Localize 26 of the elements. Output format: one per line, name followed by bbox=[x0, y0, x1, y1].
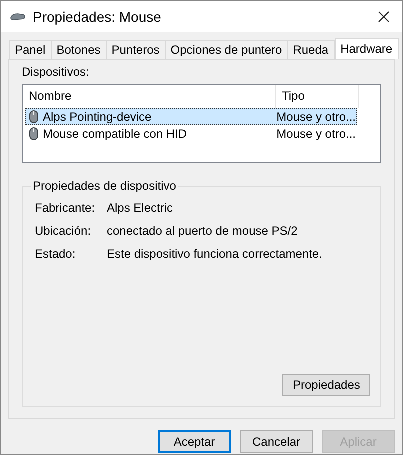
tab[interactable]: Panel bbox=[9, 40, 52, 59]
field-value: Alps Electric bbox=[107, 201, 174, 216]
field-value: conectado al puerto de mouse PS/2 bbox=[107, 224, 298, 239]
device-type: Mouse y otro... bbox=[276, 126, 356, 140]
field-value: Este dispositivo funciona correctamente. bbox=[107, 247, 322, 262]
group-title: Propiedades de dispositivo bbox=[31, 179, 178, 194]
close-icon[interactable] bbox=[378, 10, 390, 22]
properties-button[interactable]: Propiedades bbox=[282, 374, 370, 396]
dialog-button[interactable]: Cancelar bbox=[240, 430, 313, 453]
device-name: Alps Pointing-device bbox=[43, 110, 152, 124]
tab[interactable]: Rueda bbox=[287, 40, 335, 59]
tab[interactable]: Opciones de puntero bbox=[164, 40, 288, 59]
window-title: Propiedades: Mouse bbox=[33, 8, 162, 24]
list-row[interactable]: Mouse compatible con HID Mouse y otro... bbox=[25, 125, 357, 142]
mouse-icon bbox=[29, 126, 39, 140]
mouse-icon bbox=[29, 110, 39, 124]
field-label: Ubicación: bbox=[35, 224, 92, 239]
dialog-button[interactable]: Aceptar bbox=[158, 430, 231, 453]
devices-label: Dispositivos: bbox=[22, 65, 90, 80]
field-label: Estado: bbox=[35, 247, 77, 262]
device-type: Mouse y otro... bbox=[276, 110, 356, 124]
field-label: Fabricante: bbox=[35, 201, 96, 216]
device-name: Mouse compatible con HID bbox=[43, 126, 188, 140]
list-row[interactable]: Alps Pointing-device Mouse y otro... bbox=[25, 108, 357, 125]
tab[interactable]: Hardware bbox=[334, 38, 399, 59]
mouse-icon bbox=[10, 12, 26, 20]
